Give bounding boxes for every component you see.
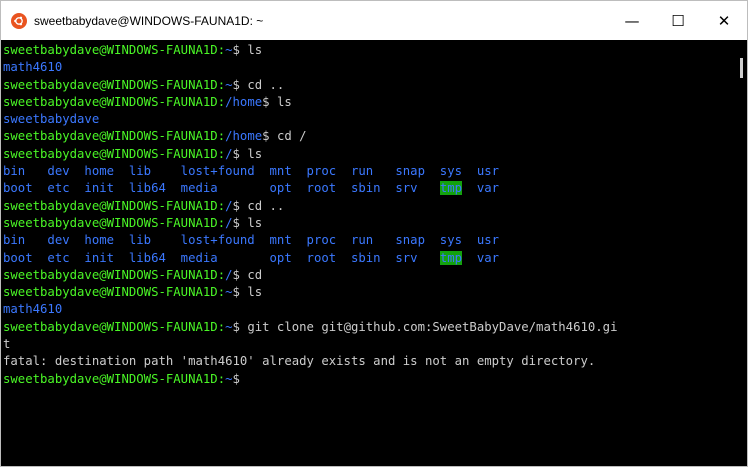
title-bar[interactable]: sweetbabydave@WINDOWS-FAUNA1D: ~ — ☐ ✕ xyxy=(1,1,747,40)
prompt-user-host: sweetbabydave@WINDOWS-FAUNA1D: xyxy=(3,43,226,57)
command-text: $ ls xyxy=(232,43,263,57)
command-text: $ git clone git@github.com:SweetBabyDave… xyxy=(232,319,618,334)
close-button[interactable]: ✕ xyxy=(701,1,747,40)
path-text: /home xyxy=(225,94,263,109)
terminal-line: sweetbabydave@WINDOWS-FAUNA1D:~$ git clo… xyxy=(3,319,732,336)
terminal-line: sweetbabydave@WINDOWS-FAUNA1D:~$ xyxy=(3,371,732,388)
command-text: $ ls xyxy=(232,285,263,300)
terminal-line: math4610 xyxy=(3,301,732,318)
prompt-user-host: sweetbabydave@WINDOWS-FAUNA1D: xyxy=(3,215,226,230)
command-text: $ cd .. xyxy=(232,77,285,92)
highlighted-dir: tmp xyxy=(439,181,463,196)
path-text: ~ xyxy=(225,43,233,57)
terminal-line: boot etc init lib64 media opt root sbin … xyxy=(3,250,732,267)
terminal-line: sweetbabydave@WINDOWS-FAUNA1D:/$ cd xyxy=(3,267,732,284)
path-text: var xyxy=(462,181,500,196)
path-text: ~ xyxy=(225,77,233,92)
path-text: boot etc init lib64 media opt root sbin … xyxy=(3,181,440,196)
highlighted-dir: tmp xyxy=(439,250,463,265)
window-title: sweetbabydave@WINDOWS-FAUNA1D: ~ xyxy=(34,13,264,28)
path-text: math4610 xyxy=(3,60,63,75)
path-text: var xyxy=(462,250,500,265)
prompt-user-host: sweetbabydave@WINDOWS-FAUNA1D: xyxy=(3,371,226,386)
path-text: sweetbabydave xyxy=(3,112,100,127)
terminal-line: fatal: destination path 'math4610' alrea… xyxy=(3,353,732,370)
prompt-user-host: sweetbabydave@WINDOWS-FAUNA1D: xyxy=(3,146,226,161)
path-text: / xyxy=(225,146,233,161)
command-text: fatal: destination path 'math4610' alrea… xyxy=(3,354,596,369)
path-text: / xyxy=(225,267,233,282)
minimize-button[interactable]: — xyxy=(609,1,655,40)
path-text: math4610 xyxy=(3,302,63,317)
terminal-line: sweetbabydave@WINDOWS-FAUNA1D:/$ ls xyxy=(3,146,732,163)
ubuntu-icon xyxy=(11,12,27,29)
scrollbar[interactable] xyxy=(732,40,747,466)
prompt-user-host: sweetbabydave@WINDOWS-FAUNA1D: xyxy=(3,267,226,282)
path-text: ~ xyxy=(225,371,233,386)
command-text: t xyxy=(3,337,11,352)
command-text: $ ls xyxy=(262,94,292,109)
path-text: /home xyxy=(225,129,263,144)
command-text: $ ls xyxy=(232,146,263,161)
terminal-line: sweetbabydave xyxy=(3,111,732,128)
prompt-user-host: sweetbabydave@WINDOWS-FAUNA1D: xyxy=(3,198,226,213)
prompt-user-host: sweetbabydave@WINDOWS-FAUNA1D: xyxy=(3,77,226,92)
command-text: $ ls xyxy=(232,215,263,230)
terminal-line: boot etc init lib64 media opt root sbin … xyxy=(3,180,732,197)
terminal-line: t xyxy=(3,336,732,353)
path-text: ~ xyxy=(225,319,233,334)
prompt-user-host: sweetbabydave@WINDOWS-FAUNA1D: xyxy=(3,94,226,109)
window-controls: — ☐ ✕ xyxy=(609,1,747,40)
terminal-line: sweetbabydave@WINDOWS-FAUNA1D:/home$ cd … xyxy=(3,128,732,145)
maximize-button[interactable]: ☐ xyxy=(655,1,701,40)
command-text: $ cd xyxy=(232,267,263,282)
terminal-output[interactable]: sweetbabydave@WINDOWS-FAUNA1D:~$ ls math4… xyxy=(1,40,732,466)
terminal-line: sweetbabydave@WINDOWS-FAUNA1D:/$ ls xyxy=(3,215,732,232)
terminal-line: bin dev home lib lost+found mnt proc run… xyxy=(3,163,732,180)
terminal-line: sweetbabydave@WINDOWS-FAUNA1D:/$ cd .. xyxy=(3,198,732,215)
scrollbar-thumb[interactable] xyxy=(740,58,743,78)
terminal-line: math4610 xyxy=(3,59,732,76)
prompt-user-host: sweetbabydave@WINDOWS-FAUNA1D: xyxy=(3,285,226,300)
terminal-line: sweetbabydave@WINDOWS-FAUNA1D:~$ ls xyxy=(3,284,732,301)
terminal-line: bin dev home lib lost+found mnt proc run… xyxy=(3,232,732,249)
terminal-line: sweetbabydave@WINDOWS-FAUNA1D:/home$ ls xyxy=(3,94,732,111)
path-text: ~ xyxy=(225,285,233,300)
path-text: bin dev home lib lost+found mnt proc run… xyxy=(3,164,500,179)
path-text: bin dev home lib lost+found mnt proc run… xyxy=(3,233,500,248)
terminal-window: sweetbabydave@WINDOWS-FAUNA1D: ~ — ☐ ✕ s… xyxy=(0,0,748,467)
terminal-line: sweetbabydave@WINDOWS-FAUNA1D:~$ cd .. xyxy=(3,77,732,94)
path-text: boot etc init lib64 media opt root sbin … xyxy=(3,250,440,265)
prompt-user-host: sweetbabydave@WINDOWS-FAUNA1D: xyxy=(3,319,226,334)
prompt-user-host: sweetbabydave@WINDOWS-FAUNA1D: xyxy=(3,129,226,144)
path-text: / xyxy=(225,215,233,230)
command-text: $ cd / xyxy=(262,129,307,144)
command-text: $ cd .. xyxy=(232,198,285,213)
command-text: $ xyxy=(232,371,240,386)
path-text: / xyxy=(225,198,233,213)
terminal-line: sweetbabydave@WINDOWS-FAUNA1D:~$ ls xyxy=(3,42,732,59)
